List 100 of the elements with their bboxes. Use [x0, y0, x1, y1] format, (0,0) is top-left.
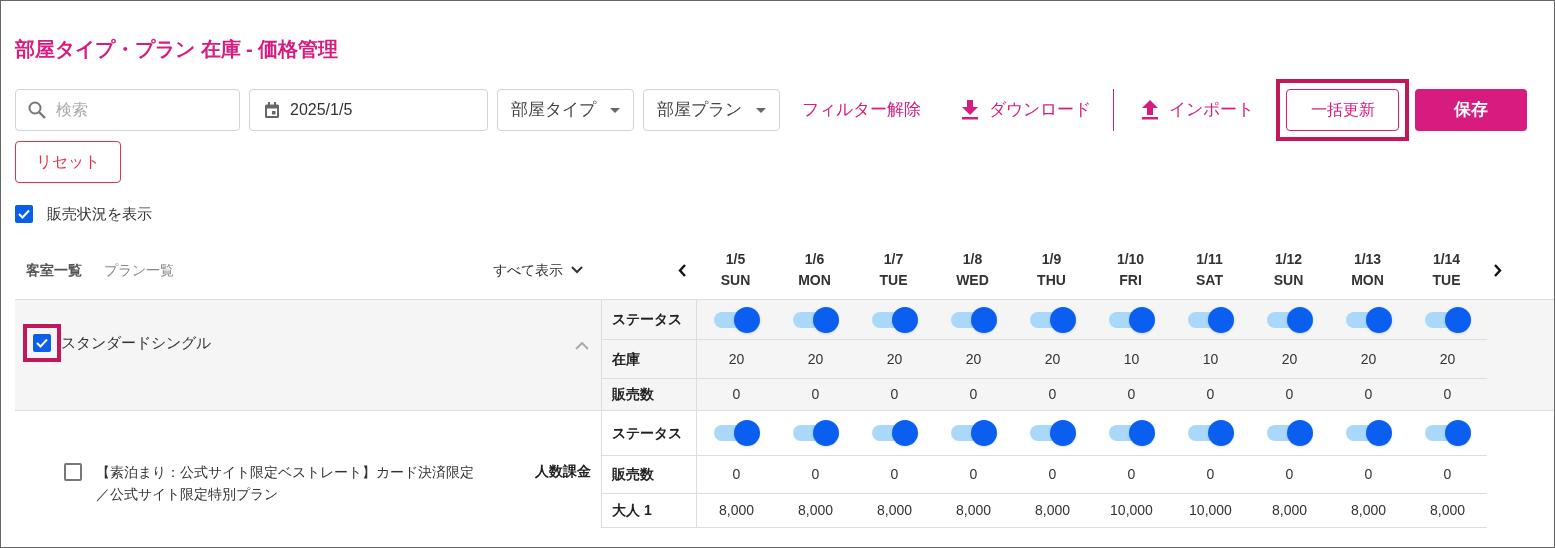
row-label: ステータス — [601, 411, 697, 455]
table-cell-text: 20 — [1280, 349, 1299, 369]
table-cell-text: 0 — [1442, 385, 1453, 404]
toggle-switch[interactable] — [1345, 420, 1392, 446]
clear-filter-link[interactable]: フィルター解除 — [802, 97, 921, 123]
weekday-label: WED — [956, 271, 989, 290]
table-cell-text: 0 — [968, 465, 979, 484]
date-label: 1/5 — [725, 250, 746, 269]
table-cell-text: 0 — [1126, 385, 1137, 404]
checkbox[interactable] — [64, 463, 82, 481]
plan-name: 【素泊まり：公式サイト限定ベストレート】カード決済限定／公式サイト限定特別プラン — [96, 463, 475, 504]
toggle-switch[interactable] — [1108, 306, 1155, 333]
weekday-label: SUN — [1273, 271, 1304, 290]
toggle-switch[interactable] — [713, 420, 760, 446]
toggle-switch[interactable] — [1187, 420, 1234, 446]
table-cell-text: 8,000 — [717, 501, 755, 520]
chevron-right-icon — [1494, 263, 1502, 277]
table-cell-text: 0 — [1363, 385, 1374, 404]
table-cell-text: 0 — [889, 465, 900, 484]
toggle-switch[interactable] — [1108, 420, 1155, 446]
toggle-switch[interactable] — [871, 306, 918, 333]
toggle-switch[interactable] — [1266, 306, 1313, 333]
date-label: 1/9 — [1041, 250, 1062, 269]
checkbox[interactable] — [33, 334, 51, 352]
date-label: 1/12 — [1274, 250, 1303, 269]
toggle-switch[interactable] — [1345, 306, 1392, 333]
table-cell-text: 8,000 — [1428, 501, 1466, 520]
table-cell-text: 8,000 — [1033, 501, 1071, 520]
date-label: 1/14 — [1432, 250, 1461, 269]
table-cell-text: 0 — [1284, 465, 1295, 484]
dropdown[interactable]: 部屋プラン — [643, 89, 780, 131]
search-field[interactable]: 検索 — [15, 89, 240, 131]
check-icon — [36, 338, 48, 348]
table-cell-text: 0 — [968, 385, 979, 404]
date-label: 1/6 — [804, 250, 825, 269]
download-button[interactable]: ダウンロード — [961, 97, 1091, 123]
table-cell-text: 10,000 — [1188, 501, 1233, 520]
toggle-switch[interactable] — [713, 306, 760, 333]
table-cell-text: 0 — [1126, 465, 1137, 484]
toggle-switch[interactable] — [950, 306, 997, 333]
table-cell-text: 20 — [964, 349, 983, 369]
toggle-switch[interactable] — [1424, 306, 1471, 333]
table-cell-text: 0 — [1442, 465, 1453, 484]
table-cell-text: 8,000 — [1349, 501, 1387, 520]
table-cell-text: 0 — [1047, 385, 1058, 404]
weekday-label: THU — [1037, 271, 1066, 290]
save-button[interactable]: 保存 — [1415, 89, 1527, 131]
toggle-switch[interactable] — [1266, 420, 1313, 446]
table-cell-text: 10 — [1122, 349, 1141, 369]
toggle-switch[interactable] — [1029, 420, 1076, 446]
row-label: 販売数 — [601, 379, 697, 410]
upload-icon — [1141, 100, 1159, 120]
table-cell-text: 0 — [889, 385, 900, 404]
table-cell-text: 0 — [1205, 465, 1216, 484]
table-cell-text: 10 — [1201, 349, 1220, 369]
date-label: 1/10 — [1116, 250, 1145, 269]
toggle-switch[interactable] — [1424, 420, 1471, 446]
check-icon — [18, 209, 30, 219]
table-cell-text: 0 — [1284, 385, 1295, 404]
table-cell-text: 8,000 — [954, 501, 992, 520]
weekday-label: TUE — [1432, 271, 1461, 290]
caret-down-icon — [756, 107, 766, 113]
weekday-label: FRI — [1119, 271, 1142, 290]
table-cell-text: 20 — [1359, 349, 1378, 369]
dropdown[interactable]: 部屋タイプ — [497, 89, 634, 131]
checkbox[interactable] — [15, 205, 33, 223]
toggle-switch[interactable] — [792, 306, 839, 333]
date-field[interactable]: 2025/1/5 — [249, 89, 488, 131]
table-cell-text: 20 — [806, 349, 825, 369]
view-tab[interactable]: プラン一覧 — [104, 259, 174, 281]
reset-button[interactable]: リセット — [15, 141, 121, 183]
toggle-switch[interactable] — [792, 420, 839, 446]
table-cell-text: 8,000 — [875, 501, 913, 520]
search-icon — [28, 101, 46, 119]
table-cell-text: 10,000 — [1109, 501, 1154, 520]
room-name: スタンダードシングル — [61, 333, 211, 353]
table-cell-text: 0 — [1205, 385, 1216, 404]
weekday-label: SAT — [1196, 271, 1223, 290]
import-button[interactable]: インポート — [1141, 97, 1254, 123]
checkbox-label: 販売状況を表示 — [47, 203, 152, 224]
view-tab[interactable]: 客室一覧 — [26, 259, 82, 281]
toggle-switch[interactable] — [871, 420, 918, 446]
weekday-label: TUE — [879, 271, 908, 290]
bulk-update-button[interactable]: 一括更新 — [1286, 89, 1399, 131]
chevron-left-icon — [678, 263, 686, 277]
table-cell-text: 20 — [1043, 349, 1062, 369]
table-cell-text: 0 — [1047, 465, 1058, 484]
toggle-switch[interactable] — [950, 420, 997, 446]
row-label: 在庫 — [601, 340, 697, 378]
toggle-switch[interactable] — [1029, 306, 1076, 333]
weekday-label: MON — [798, 271, 831, 290]
table-cell-text: 0 — [1363, 465, 1374, 484]
caret-down-icon — [610, 107, 620, 113]
previous-button[interactable] — [678, 263, 686, 277]
date-label: 1/13 — [1353, 250, 1382, 269]
show-all-button[interactable]: すべて表示 — [493, 259, 583, 281]
download-icon — [961, 100, 979, 120]
next-button[interactable] — [1494, 263, 1502, 277]
table-cell-text: 20 — [1438, 349, 1457, 369]
toggle-switch[interactable] — [1187, 306, 1234, 333]
